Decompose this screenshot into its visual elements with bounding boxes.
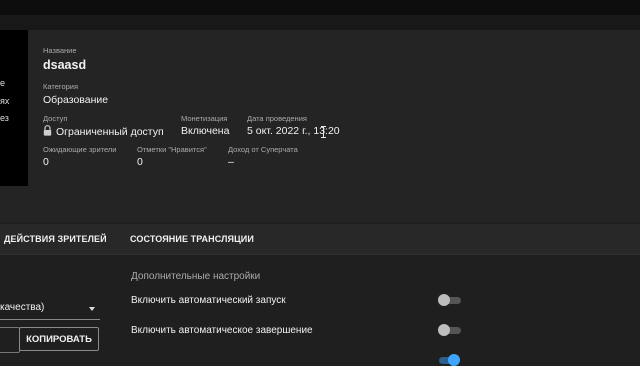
waiting-viewers-value: 0 <box>43 156 49 168</box>
lock-icon <box>43 125 52 136</box>
select-underline <box>0 319 100 320</box>
thumbnail-text-2: ях <box>0 96 10 106</box>
tab-viewer-actions[interactable]: ДЕЙСТВИЯ ЗРИТЕЛЕЙ <box>4 234 107 244</box>
auto-stop-label: Включить автоматическое завершение <box>131 325 313 336</box>
auto-start-label: Включить автоматический запуск <box>131 295 286 306</box>
access-value-text: Ограниченный доступ <box>56 126 164 138</box>
category-value: Образование <box>43 94 109 106</box>
category-label: Категория <box>43 82 79 91</box>
top-bar <box>0 0 640 15</box>
chevron-down-icon[interactable] <box>89 307 95 311</box>
tab-stream-status[interactable]: СОСТОЯНИЕ ТРАНСЛЯЦИИ <box>130 234 254 244</box>
quality-select[interactable]: качества) <box>0 302 44 313</box>
text-cursor-icon <box>321 126 326 138</box>
auto-stop-toggle[interactable] <box>438 324 462 336</box>
thumbnail-text-3: ез <box>0 113 9 123</box>
header-strip <box>0 15 640 30</box>
access-label: Доступ <box>43 114 68 123</box>
waiting-viewers-label: Ожидающие зрители <box>43 145 117 154</box>
access-value: Ограниченный доступ <box>43 125 164 138</box>
auto-start-toggle[interactable] <box>438 294 462 306</box>
third-setting-toggle[interactable] <box>436 354 460 366</box>
monetization-value: Включена <box>181 125 230 137</box>
likes-value: 0 <box>137 156 143 168</box>
stream-thumbnail: е ях ез <box>0 30 28 186</box>
monetization-label: Монетизация <box>181 114 228 123</box>
stream-title: dsaasd <box>43 58 87 72</box>
superchat-label: Доход от Суперчата <box>228 145 298 154</box>
date-label: Дата проведения <box>247 114 307 123</box>
tab-bar: ДЕЙСТВИЯ ЗРИТЕЛЕЙ СОСТОЯНИЕ ТРАНСЛЯЦИИ <box>0 224 640 255</box>
left-button[interactable] <box>0 327 20 353</box>
copy-button[interactable]: КОПИРОВАТЬ <box>19 327 99 351</box>
likes-label: Отметки "Нравится" <box>137 145 207 154</box>
advanced-settings-title: Дополнительные настройки <box>131 271 261 282</box>
title-label: Название <box>43 46 77 55</box>
thumbnail-text-1: е <box>0 78 6 88</box>
superchat-value: – <box>228 156 234 168</box>
